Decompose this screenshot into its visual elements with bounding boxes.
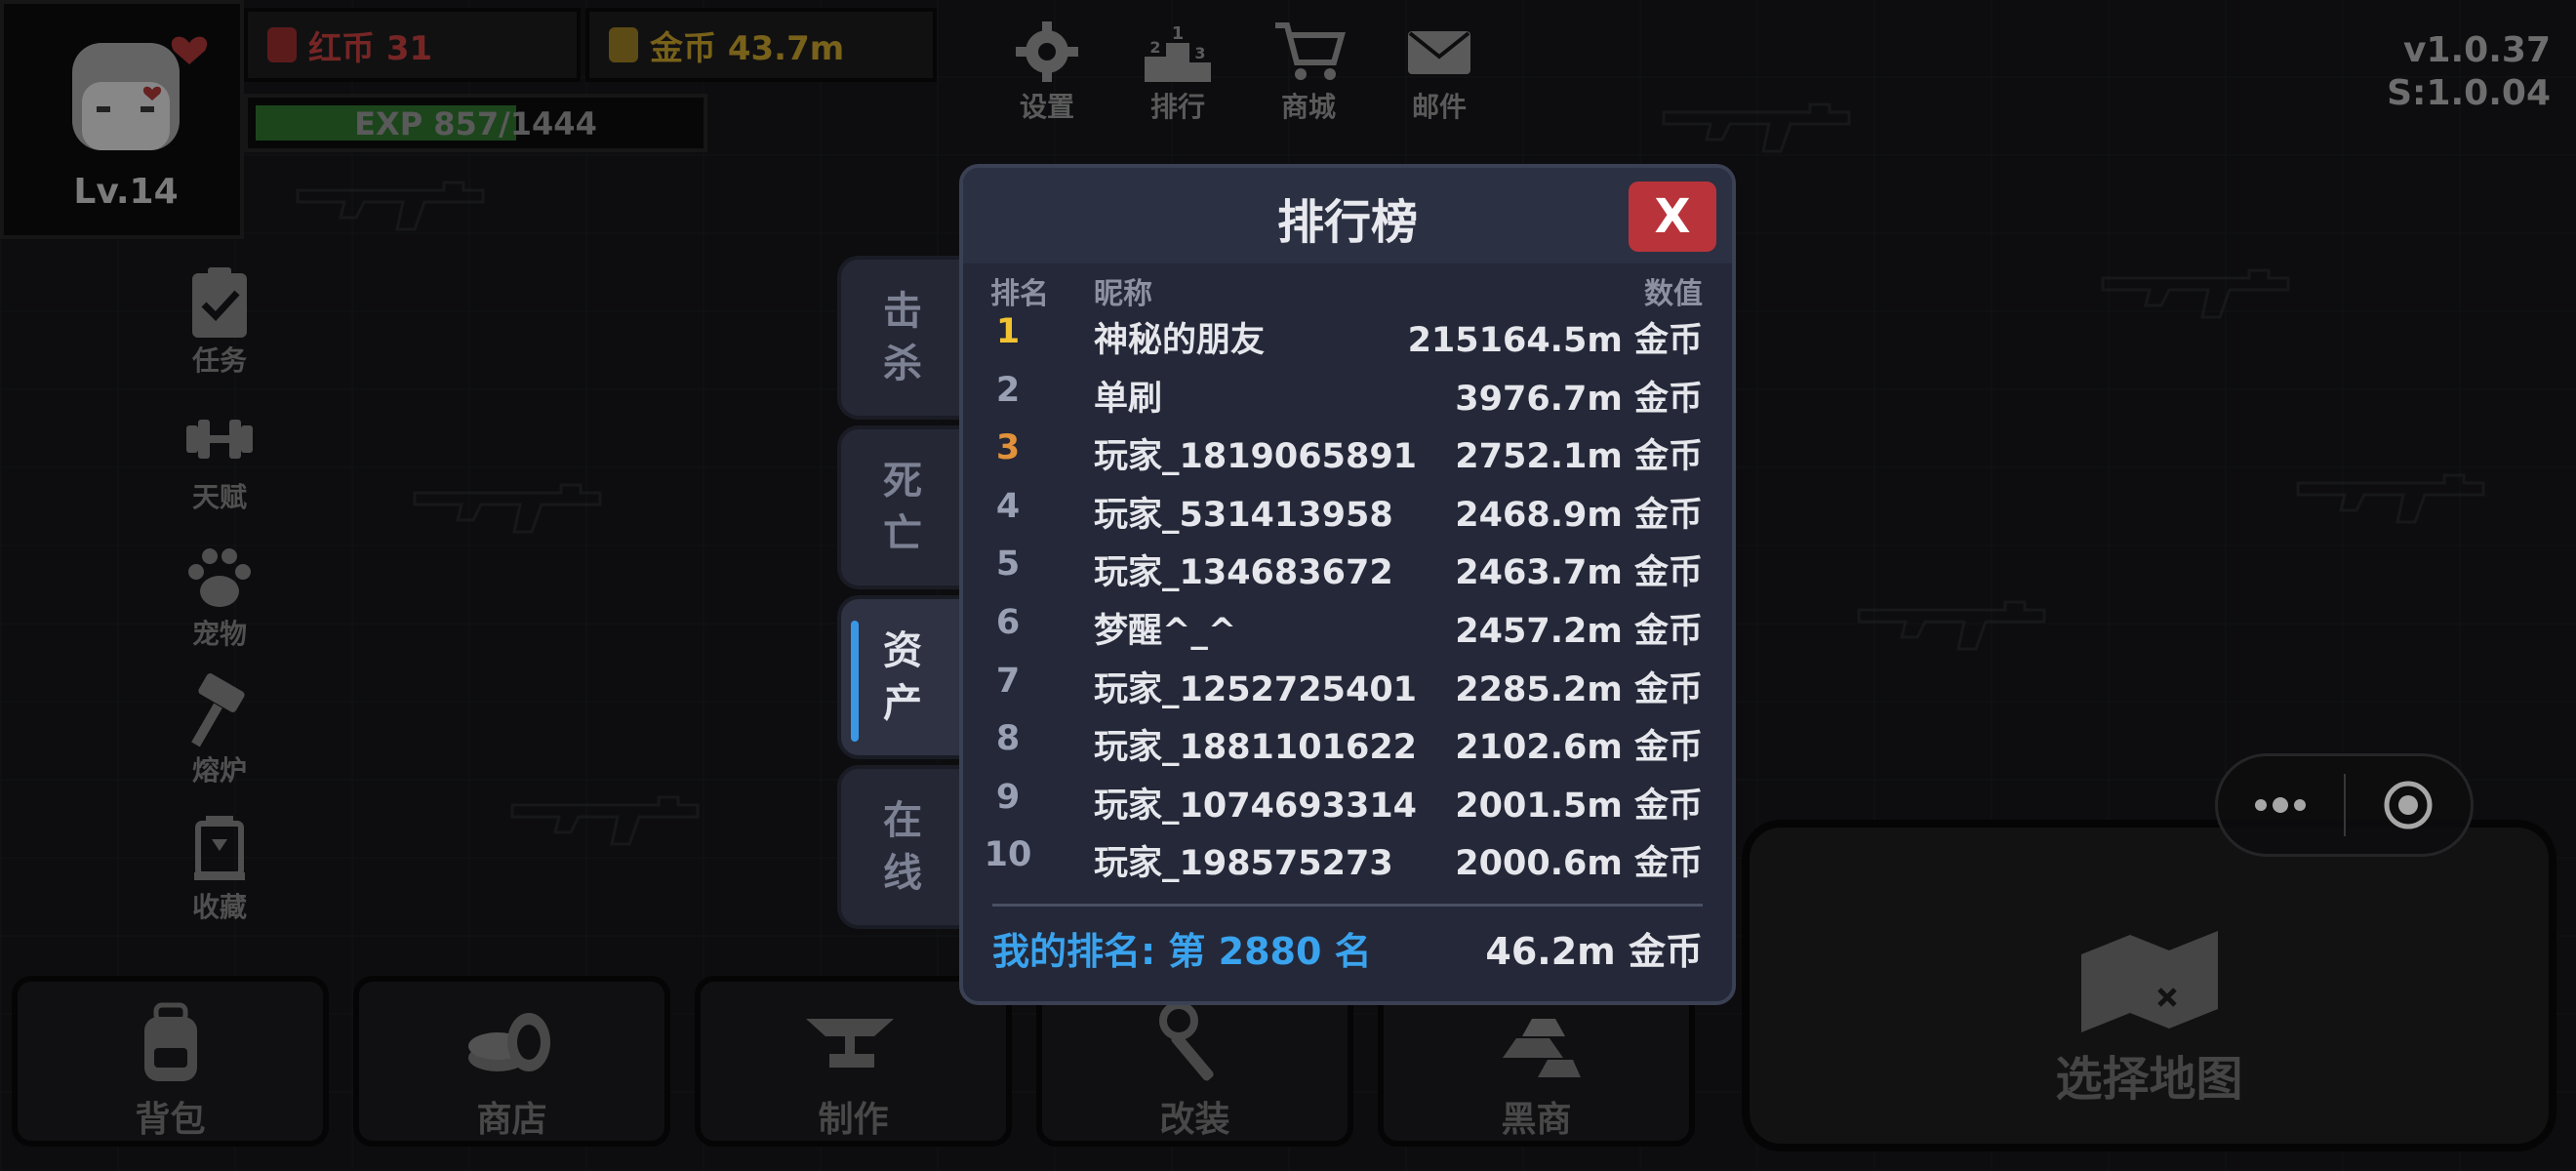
asset-value: 2000.6m 金币 [1455, 844, 1703, 884]
tab-assets[interactable]: 资产 [837, 595, 964, 759]
tab-label: 死亡 [883, 459, 922, 556]
my-rank-text: 我的排名: 第 2880 名 [992, 930, 1372, 973]
table-row[interactable]: 7 玩家_1252725401 2285.2m 金币 [963, 652, 1732, 710]
table-row[interactable]: 10 玩家_198575273 2000.6m 金币 [963, 826, 1732, 884]
rank-number: 8 [995, 719, 1021, 759]
rank-number: 6 [995, 602, 1021, 642]
player-name: 玩家_531413958 [1094, 495, 1393, 535]
rank-number: 2 [995, 370, 1021, 410]
tab-label: 在线 [883, 798, 922, 896]
asset-value: 3976.7m 金币 [1455, 379, 1703, 419]
table-row[interactable]: 3 玩家_1819065891 2752.1m 金币 [963, 419, 1732, 477]
table-row[interactable]: 8 玩家_1881101622 2102.6m 金币 [963, 709, 1732, 768]
rank-number: 3 [995, 428, 1021, 468]
rank-number: 4 [995, 486, 1021, 526]
leaderboard-list[interactable]: 1 神秘的朋友 215164.5m 金币 2 单刷 3976.7m 金币 3 玩家_18190… [963, 303, 1732, 921]
player-name: 玩家_1074693314 [1094, 786, 1418, 826]
table-row[interactable]: 6 梦醒^_^ 2457.2m 金币 [963, 593, 1732, 652]
player-name: 单刷 [1094, 379, 1163, 419]
asset-value: 2285.2m 金币 [1455, 669, 1703, 709]
rank-number: 10 [984, 835, 1032, 875]
modal-title: 排行榜 [1276, 195, 1418, 250]
tab-label: 资产 [883, 628, 922, 726]
table-row[interactable]: 9 玩家_1074693314 2001.5m 金币 [963, 768, 1732, 827]
player-name: 玩家_1819065891 [1094, 437, 1418, 477]
asset-value: 2102.6m 金币 [1455, 728, 1703, 768]
leaderboard-modal: 排行榜 X 排名 昵称 数值 1 神秘的朋友 215164.5m 金币 2 单刷 3976… [959, 164, 1736, 1005]
divider [992, 904, 1703, 907]
asset-value: 2463.7m 金币 [1455, 553, 1703, 593]
player-name: 玩家_1881101622 [1094, 728, 1418, 768]
close-button[interactable]: X [1629, 182, 1716, 252]
player-name: 梦醒^_^ [1094, 611, 1237, 651]
player-name: 神秘的朋友 [1094, 321, 1266, 360]
rank-number: 9 [995, 777, 1021, 817]
rank-number: 7 [995, 661, 1021, 701]
rank-number: 5 [995, 545, 1021, 585]
modal-header: 排行榜 X [963, 168, 1732, 263]
tab-deaths[interactable]: 死亡 [837, 425, 964, 589]
asset-value: 2752.1m 金币 [1455, 437, 1703, 477]
table-row[interactable]: 4 玩家_531413958 2468.9m 金币 [963, 477, 1732, 536]
asset-value: 2468.9m 金币 [1455, 495, 1703, 535]
asset-value: 2001.5m 金币 [1455, 786, 1703, 826]
tab-online[interactable]: 在线 [837, 765, 964, 929]
rank-number: 1 [995, 312, 1021, 351]
table-row[interactable]: 1 神秘的朋友 215164.5m 金币 [963, 303, 1732, 361]
my-rank-value: 46.2m 金币 [1485, 930, 1703, 973]
player-name: 玩家_1252725401 [1094, 669, 1418, 709]
player-name: 玩家_198575273 [1094, 844, 1393, 884]
asset-value: 215164.5m 金币 [1407, 321, 1703, 360]
table-row[interactable]: 2 单刷 3976.7m 金币 [963, 361, 1732, 420]
player-name: 玩家_134683672 [1094, 553, 1393, 593]
asset-value: 2457.2m 金币 [1455, 611, 1703, 651]
tab-kills[interactable]: 击杀 [837, 256, 964, 420]
tab-label: 击杀 [883, 289, 922, 386]
table-row[interactable]: 5 玩家_134683672 2463.7m 金币 [963, 535, 1732, 593]
